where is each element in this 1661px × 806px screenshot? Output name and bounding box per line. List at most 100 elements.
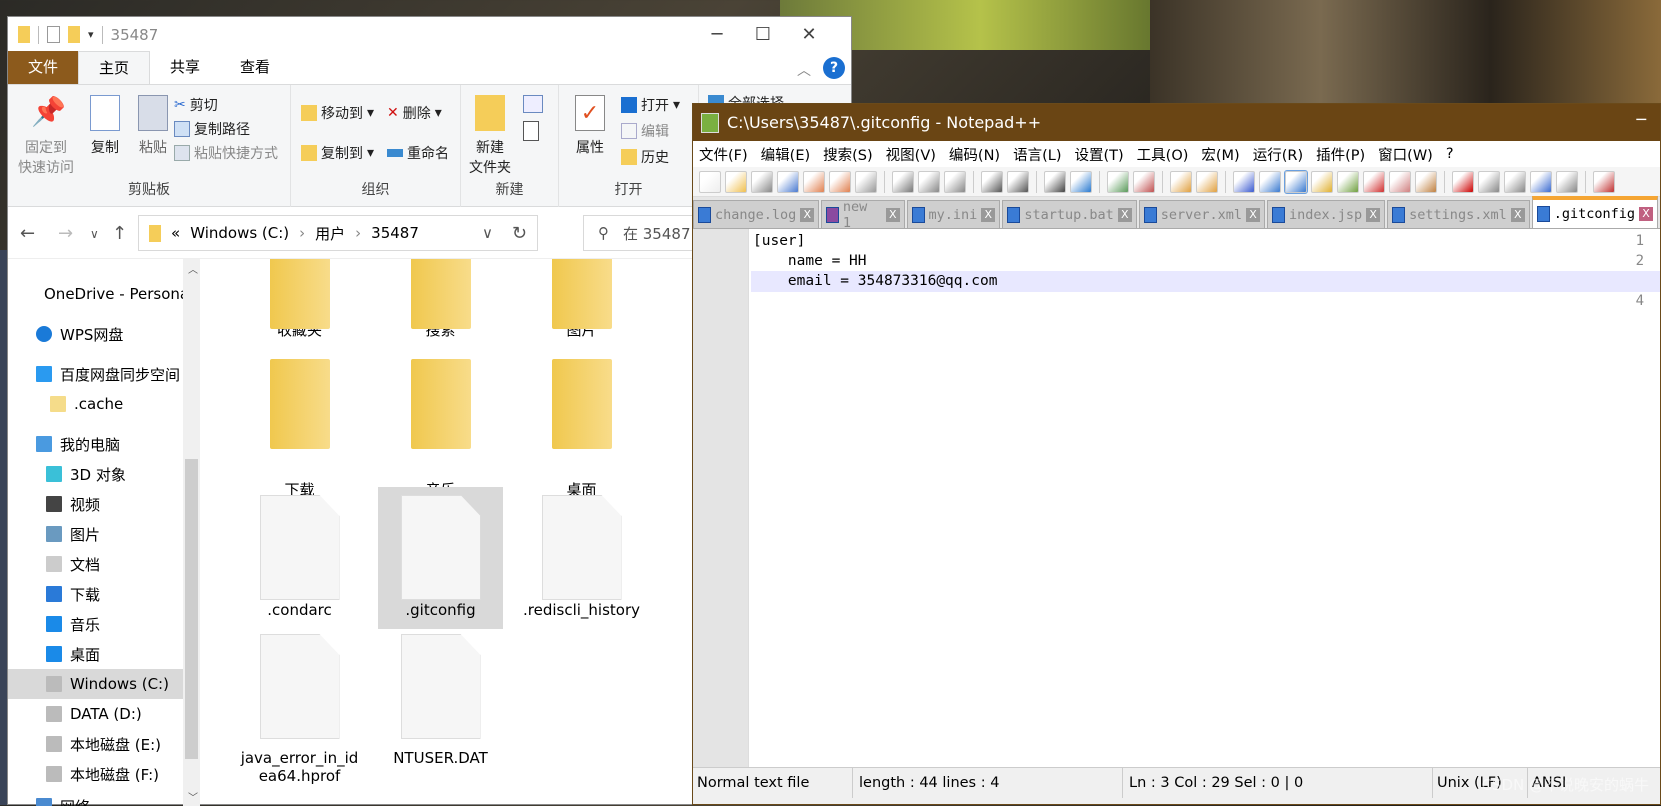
close-tab-icon[interactable]: X [1118,208,1132,222]
refresh-icon[interactable]: ↻ [512,223,527,244]
easy-access-icon[interactable] [523,121,539,141]
document-tab[interactable]: .gitconfigX [1532,196,1658,228]
new-file-icon[interactable] [699,171,721,193]
close-tab-icon[interactable]: X [800,208,814,222]
sidebar-item[interactable]: 3D 对象 [8,459,183,489]
close-icon[interactable] [803,171,825,193]
sidebar-item[interactable]: 图片 [8,519,183,549]
breadcrumb-item[interactable]: 用户 [315,223,345,244]
sidebar-item[interactable]: 下载 [8,579,183,609]
minimize-button[interactable]: ─ [694,17,740,52]
save-icon[interactable] [751,171,773,193]
function-list-icon[interactable] [1311,171,1333,193]
cut-button[interactable]: ✂剪切 [174,95,218,115]
scrollbar-thumb[interactable] [185,459,198,759]
menu-item[interactable]: 语言(L) [1013,144,1061,165]
tab-share[interactable]: 共享 [150,51,220,84]
replace-icon[interactable] [1070,171,1092,193]
file-item[interactable]: 音乐 [378,351,503,507]
close-button[interactable]: ✕ [786,17,832,52]
close-tab-icon[interactable]: X [1639,207,1653,221]
sidebar-item[interactable]: 本地磁盘 (F:) [8,759,183,789]
spell-check-icon[interactable] [1593,171,1615,193]
close-tab-icon[interactable]: X [981,208,995,222]
menu-item[interactable]: 窗口(W) [1378,144,1433,165]
sidebar-item[interactable]: .cache [8,389,183,419]
paste-icon[interactable] [944,171,966,193]
redo-icon[interactable] [1007,171,1029,193]
sidebar-item[interactable]: 桌面 [8,639,183,669]
document-tab[interactable]: startup.batX [1002,200,1136,228]
properties-quick-icon[interactable] [47,26,60,43]
close-tab-icon[interactable]: X [1246,208,1260,222]
tab-home[interactable]: 主页 [78,51,150,84]
open-button[interactable]: 打开▾ [621,95,680,115]
undo-icon[interactable] [981,171,1003,193]
sidebar-item[interactable]: 音乐 [8,609,183,639]
menu-item[interactable]: 视图(V) [886,144,936,165]
menu-item[interactable]: 编码(N) [949,144,1000,165]
copy-button[interactable]: 复制 [78,95,132,157]
tab-file[interactable]: 文件 [8,51,78,84]
menu-item[interactable]: ? [1446,146,1454,162]
document-map-icon[interactable] [1337,171,1359,193]
run-macro-multiple-icon[interactable] [1530,171,1552,193]
maximize-button[interactable]: ☐ [740,17,786,52]
sidebar-item[interactable]: 我的电脑 [8,429,183,459]
sidebar-item[interactable]: Windows (C:) [8,669,183,699]
folder-workspace-icon[interactable] [1389,171,1411,193]
paste-shortcut-button[interactable]: 粘贴快捷方式 [174,143,278,163]
file-item[interactable]: 收藏夹 [237,259,362,347]
sidebar-item[interactable]: 视频 [8,489,183,519]
sidebar-item[interactable]: 本地磁盘 (E:) [8,729,183,759]
menu-item[interactable]: 设置(T) [1074,144,1123,165]
record-macro-icon[interactable] [1452,171,1474,193]
code-line[interactable]: [user] [751,231,1660,252]
editor[interactable]: 1[user]2 name = HH3 email = 354873316@qq… [693,229,1660,767]
history-button[interactable]: 历史 [621,147,669,167]
save-all-icon[interactable] [777,171,799,193]
help-icon[interactable]: ? [823,57,845,79]
menu-item[interactable]: 工具(O) [1137,144,1189,165]
file-item[interactable]: .condarc [237,487,362,629]
close-tab-icon[interactable]: X [1366,208,1380,222]
open-file-icon[interactable] [725,171,747,193]
copy-to-button[interactable]: 复制到▾ [301,143,374,163]
new-folder-button[interactable]: 新建文件夹 [463,95,517,177]
properties-button[interactable]: ✓ 属性 [563,95,617,157]
breadcrumb-item[interactable]: Windows (C:) [190,224,289,242]
sync-vertical-icon[interactable] [1170,171,1192,193]
sidebar-item[interactable]: 网络 [8,791,183,806]
new-item-icon[interactable] [523,95,543,113]
monitoring-icon[interactable] [1415,171,1437,193]
file-item[interactable]: 下载 [237,351,362,507]
edit-button[interactable]: 编辑 [621,121,669,141]
address-bar[interactable]: « Windows (C:)› 用户› 35487 ∨ ↻ [138,215,538,251]
menu-item[interactable]: 文件(F) [699,144,748,165]
show-all-chars-icon[interactable] [1259,171,1281,193]
sidebar-item[interactable]: 文档 [8,549,183,579]
delete-button[interactable]: ✕删除▾ [387,103,442,123]
print-icon[interactable] [855,171,877,193]
code-line[interactable] [751,291,1660,312]
up-button[interactable]: ↑ [112,223,127,244]
document-tab[interactable]: change.logX [693,200,819,228]
file-item[interactable]: .rediscli_history [519,487,644,629]
forward-button[interactable]: → [58,223,73,244]
customize-quick-access-icon[interactable]: ▾ [88,28,94,41]
back-button[interactable]: ← [20,223,35,244]
move-to-button[interactable]: 移动到▾ [301,103,374,123]
code-line[interactable]: name = HH [751,251,1660,272]
sidebar-item[interactable]: WPS网盘 [8,319,183,349]
minimize-button[interactable]: ─ [1636,110,1646,129]
menu-item[interactable]: 编辑(E) [761,144,810,165]
document-tab[interactable]: settings.xmlX [1387,200,1530,228]
file-item[interactable]: NTUSER.DAT [378,626,503,777]
close-tab-icon[interactable]: X [886,208,900,222]
find-icon[interactable] [1044,171,1066,193]
pin-to-quick-access-button[interactable]: 📌 固定到快速访问 [16,95,76,177]
file-item[interactable]: 图片 [519,259,644,347]
sidebar-item[interactable]: OneDrive - Personal [8,279,183,309]
document-tab[interactable]: new 1X [821,200,904,228]
sync-horizontal-icon[interactable] [1196,171,1218,193]
